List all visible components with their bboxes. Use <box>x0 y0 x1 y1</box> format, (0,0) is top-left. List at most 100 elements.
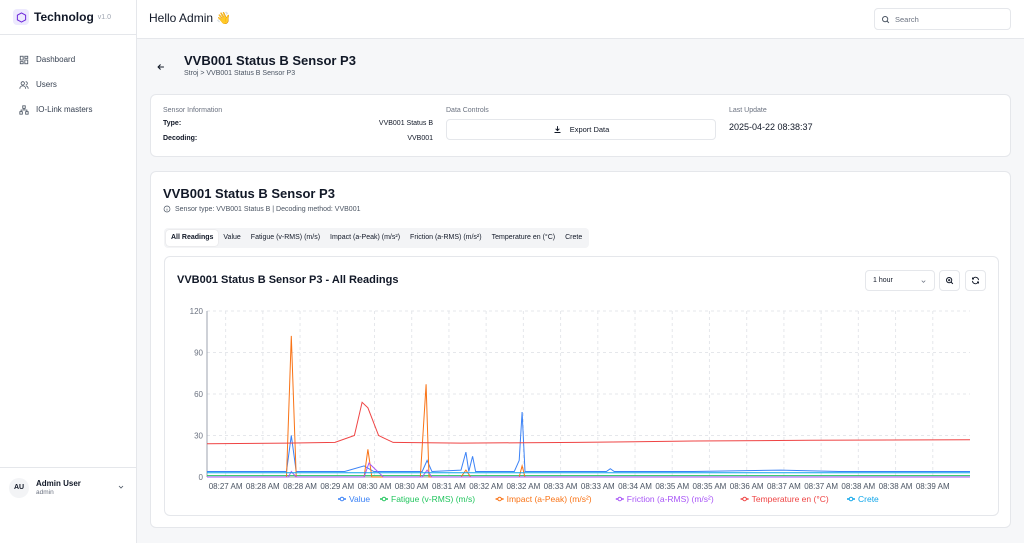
x-tick-label: 08:37 AM <box>767 482 801 491</box>
avatar: AU <box>9 477 29 498</box>
users-icon <box>19 80 29 89</box>
series-line-2 <box>207 335 970 478</box>
sidebar-item-label: IO-Link masters <box>36 105 93 114</box>
type-value: VVB001 Status B <box>378 120 433 127</box>
refresh-icon <box>972 276 979 285</box>
time-range-select[interactable]: 1 hour <box>865 270 935 291</box>
last-update-value: 2025-04-22 08:38:37 <box>729 122 813 132</box>
breadcrumb[interactable]: Stroj > VVB001 Status B Sensor P3 <box>184 70 295 77</box>
search-icon <box>882 15 890 23</box>
y-tick-label: 90 <box>194 349 203 358</box>
top-header: Hello Admin 👋 <box>137 0 1024 39</box>
brand[interactable]: Technolog v1.0 <box>0 0 136 35</box>
x-tick-label: 08:38 AM <box>879 482 913 491</box>
tab-crete[interactable]: Crete <box>560 230 587 246</box>
sidebar: Technolog v1.0 Dashboard Users IO-Link m… <box>0 0 137 543</box>
tab-temperature[interactable]: Temperature en (°C) <box>487 230 561 246</box>
sidebar-nav: Dashboard Users IO-Link masters <box>0 35 136 122</box>
legend-marker <box>742 496 747 502</box>
y-tick-label: 0 <box>199 473 204 482</box>
data-controls-label: Data Controls <box>446 107 489 114</box>
type-key: Type: <box>163 120 182 127</box>
x-tick-label: 08:30 AM <box>358 482 392 491</box>
x-tick-label: 08:33 AM <box>581 482 615 491</box>
decoding-key: Decoding: <box>163 135 198 142</box>
last-update-label: Last Update <box>729 107 767 114</box>
x-tick-label: 08:35 AM <box>655 482 689 491</box>
refresh-button[interactable] <box>965 270 986 291</box>
tab-fatigue[interactable]: Fatigue (v-RMS) (m/s) <box>246 230 325 246</box>
chart-title: VVB001 Status B Sensor P3 - All Readings <box>177 274 399 286</box>
reading-tabs: All Readings Value Fatigue (v-RMS) (m/s)… <box>164 228 590 248</box>
legend-marker <box>339 496 345 502</box>
search-box[interactable] <box>874 8 1011 30</box>
legend-label: Impact (a-Peak) (m/s²) <box>507 494 592 504</box>
legend-label: Crete <box>858 494 879 504</box>
sidebar-item-dashboard[interactable]: Dashboard <box>0 47 136 72</box>
tab-value[interactable]: Value <box>218 230 245 246</box>
info-circle-icon <box>163 205 171 213</box>
x-tick-label: 08:32 AM <box>506 482 540 491</box>
x-tick-label: 08:33 AM <box>544 482 578 491</box>
x-tick-label: 08:37 AM <box>804 482 838 491</box>
sensor-chart-card: VVB001 Status B Sensor P3 Sensor type: V… <box>150 171 1011 528</box>
export-data-button[interactable]: Export Data <box>446 119 716 140</box>
decoding-value: VVB001 <box>407 135 433 142</box>
sensor-information-label: Sensor Information <box>163 107 223 114</box>
x-tick-label: 08:28 AM <box>283 482 317 491</box>
sensor-card-subtitle: Sensor type: VVB001 Status B | Decoding … <box>163 205 361 213</box>
series-line-4 <box>206 401 971 445</box>
back-button[interactable] <box>156 59 166 77</box>
x-tick-label: 08:34 AM <box>618 482 652 491</box>
download-icon <box>554 126 561 133</box>
legend-marker <box>497 496 502 502</box>
x-tick-label: 08:27 AM <box>209 482 243 491</box>
zoom-in-icon <box>946 277 954 285</box>
network-icon <box>19 104 29 115</box>
sensor-card-title: VVB001 Status B Sensor P3 <box>163 186 335 201</box>
legend-label: Friction (a-RMS) (m/s²) <box>627 494 714 504</box>
series-line-3 <box>207 462 970 478</box>
sidebar-item-io-link-masters[interactable]: IO-Link masters <box>0 97 136 122</box>
y-tick-label: 120 <box>190 307 204 316</box>
x-tick-label: 08:39 AM <box>916 482 950 491</box>
sensor-card-subtitle-text: Sensor type: VVB001 Status B | Decoding … <box>175 205 361 213</box>
tab-all-readings[interactable]: All Readings <box>166 230 219 246</box>
chevron-down-icon <box>921 280 926 283</box>
y-tick-label: 30 <box>194 432 203 441</box>
page-title: VVB001 Status B Sensor P3 <box>184 53 356 68</box>
legend-marker <box>848 496 854 502</box>
user-name: Admin User <box>36 479 81 488</box>
readings-chart[interactable]: 030609012008:27 AM 08:28 AM 08:28 AM 08:29 … <box>165 297 998 515</box>
legend-label: Temperature en (°C) <box>752 494 829 504</box>
export-data-label: Export Data <box>569 125 610 134</box>
tab-friction[interactable]: Friction (a-RMS) (m/s²) <box>405 230 487 246</box>
series-line-0 <box>207 411 970 473</box>
chevron-down-icon <box>118 485 124 489</box>
legend-marker <box>617 496 623 502</box>
user-menu[interactable]: AU Admin User admin <box>0 467 136 507</box>
x-tick-label: 08:29 AM <box>320 482 354 491</box>
x-tick-label: 08:28 AM <box>246 482 280 491</box>
greeting: Hello Admin 👋 <box>149 11 232 25</box>
sidebar-item-label: Dashboard <box>36 55 76 64</box>
sidebar-item-users[interactable]: Users <box>0 72 136 97</box>
zoom-button[interactable] <box>939 270 960 291</box>
hexagon-logo-icon <box>13 9 29 25</box>
x-tick-label: 08:30 AM <box>395 482 429 491</box>
arrow-left-icon <box>157 64 164 70</box>
legend-label: Fatigue (v-RMS) (m/s) <box>391 494 475 504</box>
x-tick-label: 08:31 AM <box>432 482 466 491</box>
x-tick-label: 08:36 AM <box>730 482 764 491</box>
x-tick-label: 08:38 AM <box>841 482 875 491</box>
search-input[interactable] <box>895 14 995 24</box>
y-tick-label: 60 <box>194 390 203 399</box>
tab-impact[interactable]: Impact (a-Peak) (m/s²) <box>325 230 405 246</box>
x-tick-label: 08:35 AM <box>693 482 727 491</box>
legend-label: Value <box>349 494 370 504</box>
x-tick-label: 08:32 AM <box>469 482 503 491</box>
sensor-info-card: Sensor Information Type: VVB001 Status B… <box>150 94 1011 157</box>
time-range-value: 1 hour <box>873 277 893 284</box>
app-version: v1.0 <box>97 13 112 21</box>
sidebar-item-label: Users <box>36 80 57 89</box>
